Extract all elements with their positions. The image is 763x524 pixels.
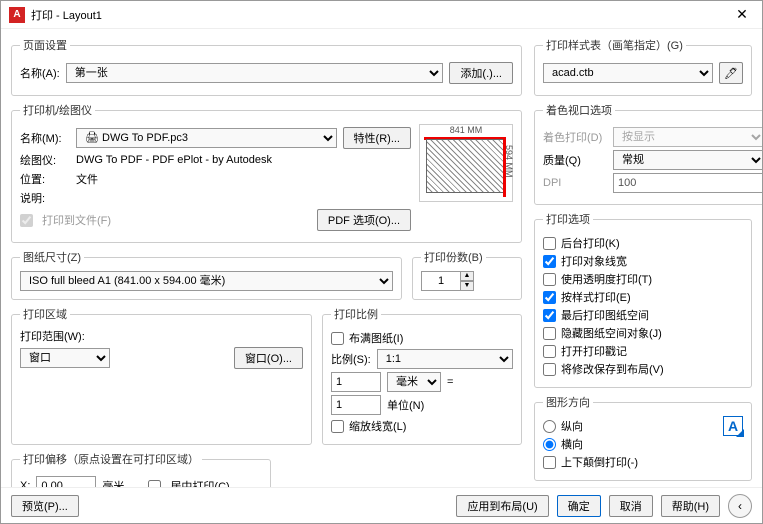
center-plot-label: 居中打印(C) xyxy=(170,478,229,487)
plot-area-group: 打印区域 打印范围(W): 窗口 窗口(O)... xyxy=(11,306,312,445)
copies-down[interactable]: ▼ xyxy=(460,281,474,291)
transparency-checkbox[interactable] xyxy=(543,273,556,286)
plotter-label: 绘图仪: xyxy=(20,152,70,168)
paper-size-select[interactable]: ISO full bleed A1 (841.00 x 594.00 毫米) xyxy=(20,271,393,291)
offset-x-unit: 毫米 xyxy=(102,478,124,487)
dialog-footer: 预览(P)... 应用到布局(U) 确定 取消 帮助(H) ‹ xyxy=(1,487,762,523)
offset-x-input[interactable] xyxy=(36,476,96,487)
titlebar: A 打印 - Layout1 ✕ xyxy=(1,1,762,29)
window-pick-button[interactable]: 窗口(O)... xyxy=(234,347,303,369)
preview-height-label: 594 MM xyxy=(504,145,514,178)
shade-plot-select: 按显示 xyxy=(613,127,762,147)
printer-properties-button[interactable]: 特性(R)... xyxy=(343,127,411,149)
autocad-icon: A xyxy=(9,7,25,23)
paper-size-group: 图纸尺寸(Z) ISO full bleed A1 (841.00 x 594.… xyxy=(11,249,402,300)
apply-to-layout-button[interactable]: 应用到布局(U) xyxy=(456,495,548,517)
preview-width-label: 841 MM xyxy=(420,125,512,135)
scale-select[interactable]: 1:1 xyxy=(377,349,513,369)
printer-name-label: 名称(M): xyxy=(20,130,70,146)
plot-options-group: 打印选项 后台打印(K) 打印对象线宽 使用透明度打印(T) 按样式打印(E) … xyxy=(534,211,752,388)
scale-unit-select[interactable]: 毫米 xyxy=(387,372,441,392)
plotter-value: DWG To PDF - PDF ePlot - by Autodesk xyxy=(76,154,272,166)
plot-scale-group: 打印比例 布满图纸(I) 比例(S): 1:1 毫米 = 单位(N) xyxy=(322,306,522,445)
quality-select[interactable]: 常规 xyxy=(613,150,762,170)
print-dialog: A 打印 - Layout1 ✕ 页面设置 名称(A): 第一张 添加(.)..… xyxy=(0,0,763,524)
help-button[interactable]: 帮助(H) xyxy=(661,495,720,517)
printer-name-select[interactable]: 🖨 DWG To PDF.pc3 xyxy=(76,128,337,148)
cancel-button[interactable]: 取消 xyxy=(609,495,653,517)
orientation-legend: 图形方向 xyxy=(543,394,593,410)
plot-offset-legend: 打印偏移（原点设置在可打印区域） xyxy=(20,451,202,467)
where-label: 位置: xyxy=(20,171,70,187)
dpi-input xyxy=(613,173,762,193)
close-button[interactable]: ✕ xyxy=(730,6,754,23)
copies-group: 打印份数(B) ▲▼ xyxy=(412,249,522,300)
scale-lineweight-label: 缩放线宽(L) xyxy=(349,418,406,434)
scale-unit-input[interactable] xyxy=(331,395,381,415)
scale-equals: = xyxy=(447,376,453,388)
paper-size-legend: 图纸尺寸(Z) xyxy=(20,249,84,265)
scale-label: 比例(S): xyxy=(331,351,371,367)
pdf-options-button[interactable]: PDF 选项(O)... xyxy=(317,209,411,231)
plot-stamp-checkbox[interactable] xyxy=(543,345,556,358)
plot-scale-legend: 打印比例 xyxy=(331,306,381,322)
offset-x-label: X: xyxy=(20,480,30,487)
plot-styles-checkbox[interactable] xyxy=(543,291,556,304)
landscape-radio[interactable] xyxy=(543,438,556,451)
page-name-label: 名称(A): xyxy=(20,65,60,81)
style-table-legend: 打印样式表（画笔指定）(G) xyxy=(543,37,686,53)
style-table-group: 打印样式表（画笔指定）(G) acad.ctb 🖊 xyxy=(534,37,752,96)
scale-mm-input[interactable] xyxy=(331,372,381,392)
page-name-select[interactable]: 第一张 xyxy=(66,63,444,83)
plot-offset-group: 打印偏移（原点设置在可打印区域） X: 毫米 居中打印(C) Y: 毫米 xyxy=(11,451,271,487)
collapse-button[interactable]: ‹ xyxy=(728,494,752,518)
plot-range-label: 打印范围(W): xyxy=(20,328,303,344)
bg-plot-checkbox[interactable] xyxy=(543,237,556,250)
hide-paperspace-checkbox[interactable] xyxy=(543,327,556,340)
preview-button[interactable]: 预览(P)... xyxy=(11,495,79,517)
upside-down-checkbox[interactable] xyxy=(543,456,556,469)
desc-label: 说明: xyxy=(20,190,70,206)
fit-to-paper-checkbox[interactable] xyxy=(331,332,344,345)
orientation-group: 图形方向 纵向 横向 上下颠倒打印(-) A xyxy=(534,394,752,481)
quality-label: 质量(Q) xyxy=(543,152,607,168)
paper-preview: 841 MM 594 MM xyxy=(419,124,513,202)
page-setup-group: 页面设置 名称(A): 第一张 添加(.)... xyxy=(11,37,522,96)
fit-to-paper-label: 布满图纸(I) xyxy=(349,330,403,346)
shaded-viewport-group: 着色视口选项 着色打印(D) 按显示 质量(Q) 常规 DPI xyxy=(534,102,762,205)
portrait-radio[interactable] xyxy=(543,420,556,433)
shade-plot-label: 着色打印(D) xyxy=(543,129,607,145)
page-setup-legend: 页面设置 xyxy=(20,37,70,53)
center-plot-checkbox[interactable] xyxy=(148,480,161,488)
plot-area-legend: 打印区域 xyxy=(20,306,70,322)
printer-legend: 打印机/绘图仪 xyxy=(20,102,95,118)
printer-group: 打印机/绘图仪 名称(M): 🖨 DWG To PDF.pc3 特性(R)...… xyxy=(11,102,522,243)
where-value: 文件 xyxy=(76,171,98,187)
plot-range-select[interactable]: 窗口 xyxy=(20,348,110,368)
plot-to-file-checkbox xyxy=(20,214,33,227)
dpi-label: DPI xyxy=(543,177,607,189)
window-title: 打印 - Layout1 xyxy=(31,7,730,23)
style-table-select[interactable]: acad.ctb xyxy=(543,63,713,83)
copies-up[interactable]: ▲ xyxy=(460,271,474,281)
plot-to-file-label: 打印到文件(F) xyxy=(42,212,111,228)
copies-input[interactable] xyxy=(421,271,461,291)
shaded-viewport-legend: 着色视口选项 xyxy=(543,102,615,118)
ok-button[interactable]: 确定 xyxy=(557,495,601,517)
style-table-edit-button[interactable]: 🖊 xyxy=(719,62,743,84)
copies-legend: 打印份数(B) xyxy=(421,249,486,265)
paperspace-last-checkbox[interactable] xyxy=(543,309,556,322)
save-layout-checkbox[interactable] xyxy=(543,363,556,376)
orientation-icon: A xyxy=(723,416,743,436)
plot-options-legend: 打印选项 xyxy=(543,211,593,227)
scale-lineweight-checkbox[interactable] xyxy=(331,420,344,433)
lineweights-checkbox[interactable] xyxy=(543,255,556,268)
add-page-setup-button[interactable]: 添加(.)... xyxy=(449,62,513,84)
scale-unit2-label: 单位(N) xyxy=(387,397,424,413)
